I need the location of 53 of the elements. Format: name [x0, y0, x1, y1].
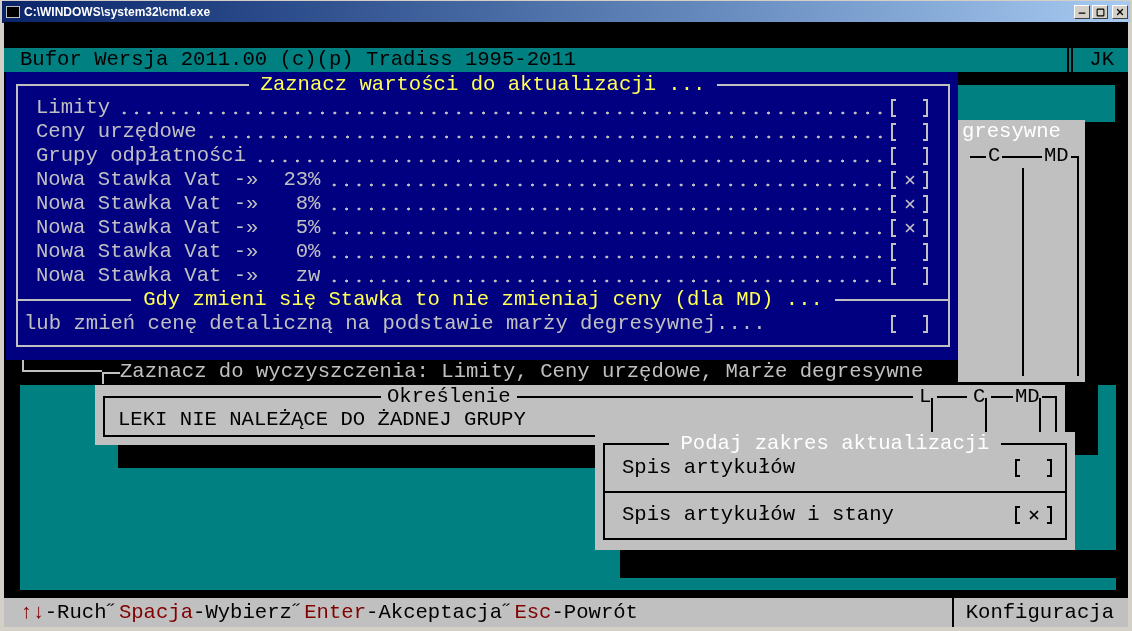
shortcut-key: ↑↓ — [20, 600, 45, 625]
checkbox[interactable] — [891, 266, 928, 286]
shortcut-key: Esc — [514, 600, 552, 625]
option-label: Grupy odpłatności — [36, 144, 247, 168]
checkbox[interactable] — [891, 98, 928, 118]
checkbox[interactable] — [891, 218, 928, 238]
option-label: Ceny urzędowe — [36, 120, 197, 144]
group-name: LEKI NIE NALEŻĄCE DO ŻADNEJ GRUPY — [118, 408, 526, 432]
shortcut-label: -Akceptacja˝ — [366, 600, 515, 625]
checkbox[interactable] — [891, 122, 928, 142]
scope-option[interactable]: Spis artykułów — [622, 455, 796, 480]
vat-rate: zw — [294, 264, 321, 288]
shortcut-label: -Powrót — [551, 600, 638, 625]
option-label: Nowa Stawka Vat -» — [36, 192, 259, 216]
option-label: Nowa Stawka Vat -» — [36, 240, 259, 264]
scope-option[interactable]: Spis artykułów i stany — [622, 503, 894, 528]
minimize-button[interactable] — [1074, 5, 1090, 19]
panel-shadow — [1065, 385, 1098, 455]
close-icon — [1115, 7, 1125, 17]
dialog-title: Podaj zakres aktualizacji — [668, 432, 1002, 456]
close-button[interactable] — [1112, 5, 1128, 19]
checkbox[interactable] — [891, 242, 928, 262]
shortcut-label: -Ruch˝ — [44, 600, 119, 625]
checkbox[interactable] — [1015, 505, 1052, 526]
shortcut-key: Enter — [304, 600, 367, 625]
configuration-label[interactable]: Konfiguracja — [965, 600, 1114, 625]
maximize-icon — [1095, 7, 1105, 17]
vat-rate: 0% — [294, 240, 321, 264]
option-label: Limity — [36, 96, 111, 120]
console-icon — [6, 6, 20, 18]
program-title: Bufor Wersja 2011.00 (c)(p) Tradiss 1995-2011 — [20, 48, 577, 72]
dialog-title: Zaznacz wartości do aktualizacji ... — [248, 73, 718, 97]
panel-title: Zaznacz do wyczyszczenia: Limity, Ceny urzędowe, Marże degresywne — [120, 360, 924, 384]
checkbox[interactable] — [891, 146, 928, 166]
option-label: Nowa Stawka Vat -» — [36, 216, 259, 240]
checkbox[interactable] — [891, 194, 928, 214]
window-title: C:\WINDOWS\system32\cmd.exe — [24, 4, 211, 21]
shortcut-key: Spacja — [118, 600, 194, 625]
user-initials: JK — [1089, 48, 1114, 72]
vat-rate: 5% — [294, 216, 321, 240]
double-rule — [1067, 48, 1074, 72]
option-label: Nowa Stawka Vat -» — [36, 168, 259, 192]
checkbox[interactable] — [891, 170, 928, 190]
section-title: Gdy zmieni się Stawka to nie zmieniaj ceny (dla MD) ... — [142, 288, 824, 312]
vat-rate: 23% — [282, 168, 321, 192]
panel-title: gresywne — [962, 120, 1061, 144]
maximize-button[interactable] — [1092, 5, 1108, 19]
vat-rate: 8% — [294, 192, 321, 216]
checkbox[interactable] — [891, 314, 928, 334]
shortcut-label: -Wybierz˝ — [193, 600, 305, 625]
option-label: Nowa Stawka Vat -» — [36, 264, 259, 288]
checkbox[interactable] — [1015, 457, 1052, 478]
option-label: lub zmień cenę detaliczną na podstawie marży degresywnej.... — [24, 312, 766, 336]
